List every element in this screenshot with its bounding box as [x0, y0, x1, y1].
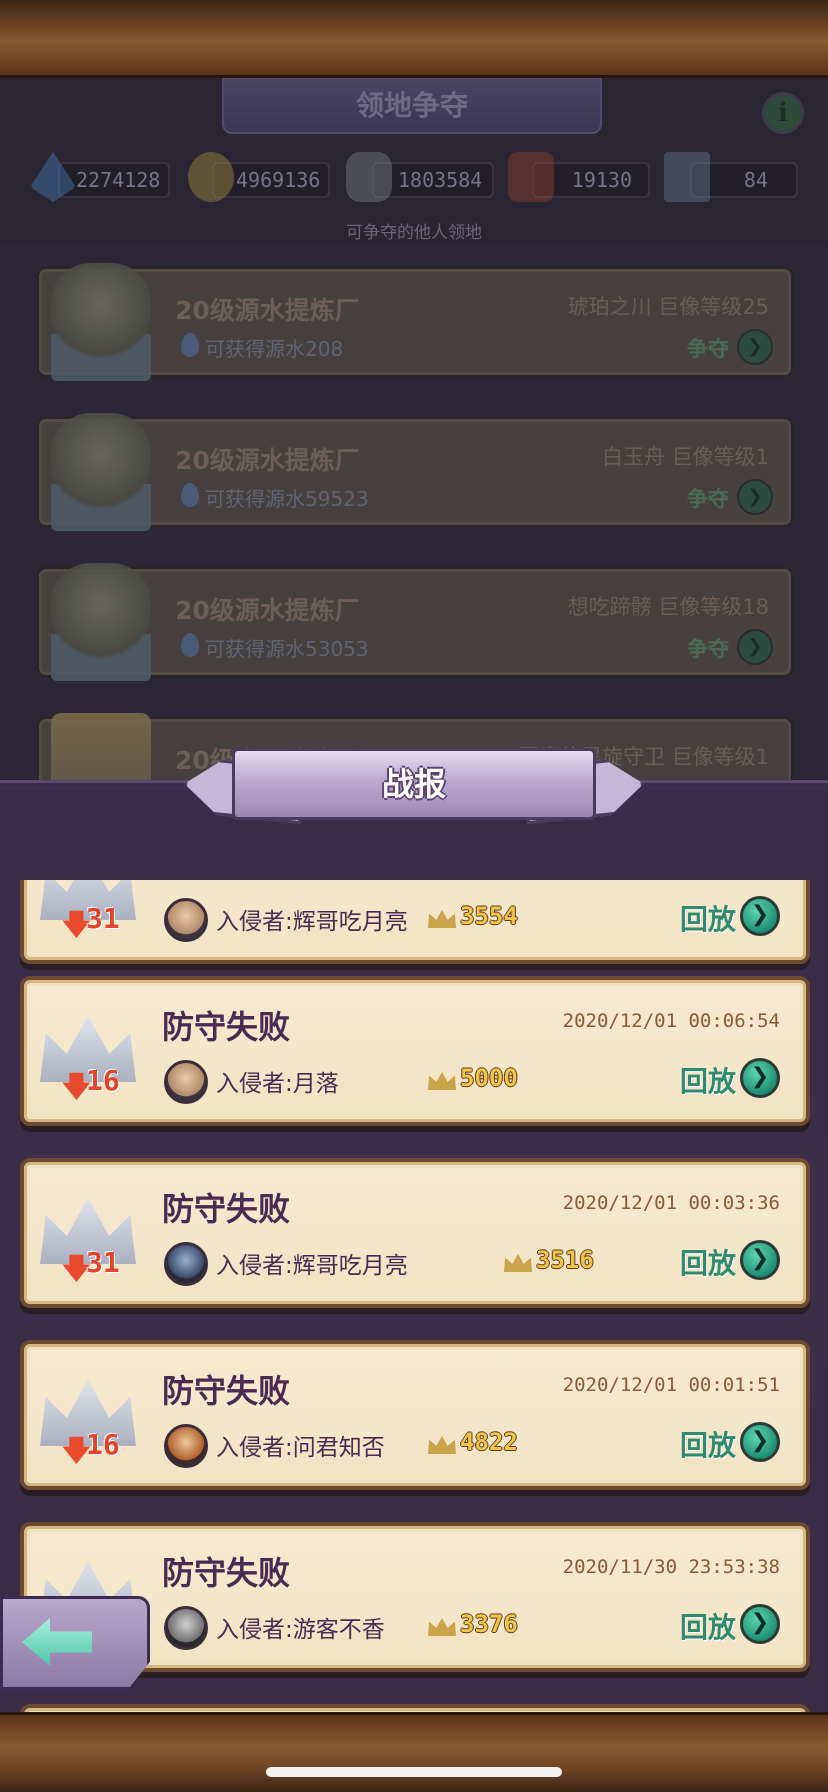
report-result: 防守失败: [162, 1190, 291, 1228]
info-button[interactable]: i: [762, 92, 804, 134]
water-drop-icon: [181, 333, 199, 357]
avatar: [164, 1242, 208, 1286]
home-indicator[interactable]: [266, 1767, 562, 1777]
chevron-right-icon[interactable]: ❯: [737, 329, 773, 365]
intruder-name: 入侵者:月落: [216, 1071, 339, 1097]
territory-list-subtitle: 可争夺的他人领地: [346, 223, 482, 243]
crown-score-icon: [428, 1072, 456, 1090]
intruder-score: 3376: [460, 1610, 518, 1638]
coin-icon: [188, 152, 234, 202]
rank-change: 16: [86, 1428, 120, 1461]
contest-button[interactable]: 争夺: [687, 333, 729, 363]
chevron-right-icon[interactable]: ❯: [737, 479, 773, 515]
territory-name: 20级源水提炼厂: [175, 296, 360, 325]
page-title: 领地争夺: [222, 78, 602, 134]
territory-name: 20级源水提炼厂: [175, 446, 360, 475]
replay-button[interactable]: 回放: [680, 1606, 736, 1646]
intruder-name: 入侵者:辉哥吃月亮: [216, 909, 408, 935]
territory-owner: 想吃蹄髈 巨像等级18: [567, 595, 769, 619]
crown-score-icon: [504, 1254, 532, 1272]
resource-card-value: 84: [743, 168, 768, 192]
play-arrow-icon[interactable]: ❯: [740, 1240, 780, 1280]
report-result: 防守失败: [162, 1372, 291, 1410]
play-arrow-icon[interactable]: ❯: [740, 1422, 780, 1462]
intruder-name: 入侵者:问君知否: [216, 1435, 385, 1461]
resource-scroll-value: 19130: [571, 168, 632, 192]
play-arrow-icon[interactable]: ❯: [740, 896, 780, 936]
report-card: 🡇 31 入侵者:辉哥吃月亮 3554 回放 ❯: [20, 880, 810, 964]
report-list[interactable]: 🡇 31 入侵者:辉哥吃月亮 3554 回放 ❯ 🡇 16 防守失败 2020/…: [0, 880, 828, 1712]
avatar: [164, 1606, 208, 1650]
intruder-score: 5000: [460, 1064, 518, 1092]
report-card: 🡇 16 防守失败 2020/12/01 00:06:54 入侵者:月落 500…: [20, 976, 810, 1126]
avatar: [164, 1060, 208, 1104]
play-arrow-icon[interactable]: ❯: [740, 1058, 780, 1098]
territory-card: 20级源水提炼厂 可获得源水59523 白玉舟 巨像等级1 争夺 ❯: [36, 413, 794, 531]
resource-coin-value: 4969136: [236, 168, 321, 192]
play-arrow-icon[interactable]: ❯: [740, 1604, 780, 1644]
contest-button[interactable]: 争夺: [687, 483, 729, 513]
crown-score-icon: [428, 1618, 456, 1636]
water-drop-icon: [181, 483, 199, 507]
intruder-score: 3554: [460, 902, 518, 930]
replay-button[interactable]: 回放: [680, 1424, 736, 1464]
refinery-thumbnail: [51, 263, 151, 381]
intruder-name: 入侵者:辉哥吃月亮: [216, 1253, 408, 1279]
contest-button[interactable]: 争夺: [687, 633, 729, 663]
resource-water-value: 2274128: [76, 168, 161, 192]
card-icon: [664, 152, 710, 202]
refinery-thumbnail: [51, 413, 151, 531]
report-time: 2020/12/01 00:01:51: [562, 1374, 780, 1396]
territory-gain: 可获得源水59523: [205, 487, 369, 511]
replay-button[interactable]: 回放: [680, 1242, 736, 1282]
report-card: [20, 1704, 810, 1712]
ore-icon: [346, 152, 392, 202]
report-card: 🡇 16 防守失败 2020/12/01 00:01:51 入侵者:问君知否 4…: [20, 1340, 810, 1490]
modal-title: 战报: [232, 748, 596, 820]
resource-ore-value: 1803584: [398, 168, 483, 192]
report-result: 防守失败: [162, 1554, 291, 1592]
bottom-wood-frame: [0, 1712, 828, 1792]
intruder-score: 3516: [536, 1246, 594, 1274]
report-result: 防守失败: [162, 1008, 291, 1046]
refinery-thumbnail: [51, 563, 151, 681]
avatar: [164, 1424, 208, 1468]
report-card: 🡇 31 防守失败 2020/12/01 00:03:36 入侵者:辉哥吃月亮 …: [20, 1158, 810, 1308]
scroll-icon: [508, 152, 554, 202]
rank-change: 16: [86, 1064, 120, 1097]
rank-change: 31: [86, 902, 120, 935]
replay-button[interactable]: 回放: [680, 1060, 736, 1100]
intruder-score: 4822: [460, 1428, 518, 1456]
territory-owner: 琥珀之川 巨像等级25: [567, 295, 769, 319]
top-wood-frame: [0, 0, 828, 78]
report-time: 2020/11/30 23:53:38: [562, 1556, 780, 1578]
report-time: 2020/12/01 00:06:54: [562, 1010, 780, 1032]
chevron-right-icon[interactable]: ❯: [737, 629, 773, 665]
report-time: 2020/12/01 00:03:36: [562, 1192, 780, 1214]
crown-score-icon: [428, 1436, 456, 1454]
territory-name: 20级源水提炼厂: [175, 596, 360, 625]
territory-owner: 白玉舟 巨像等级1: [601, 445, 769, 469]
territory-gain: 可获得源水53053: [205, 637, 369, 661]
territory-gain: 可获得源水208: [205, 337, 344, 361]
rank-change: 31: [86, 1246, 120, 1279]
avatar: [164, 898, 208, 942]
territory-card: 20级源水提炼厂 可获得源水53053 想吃蹄髈 巨像等级18 争夺 ❯: [36, 563, 794, 681]
replay-button[interactable]: 回放: [680, 898, 736, 938]
crown-score-icon: [428, 910, 456, 928]
territory-card: 20级源水提炼厂 可获得源水208 琥珀之川 巨像等级25 争夺 ❯: [36, 263, 794, 381]
water-drop-icon: [181, 633, 199, 657]
intruder-name: 入侵者:游客不香: [216, 1617, 385, 1643]
